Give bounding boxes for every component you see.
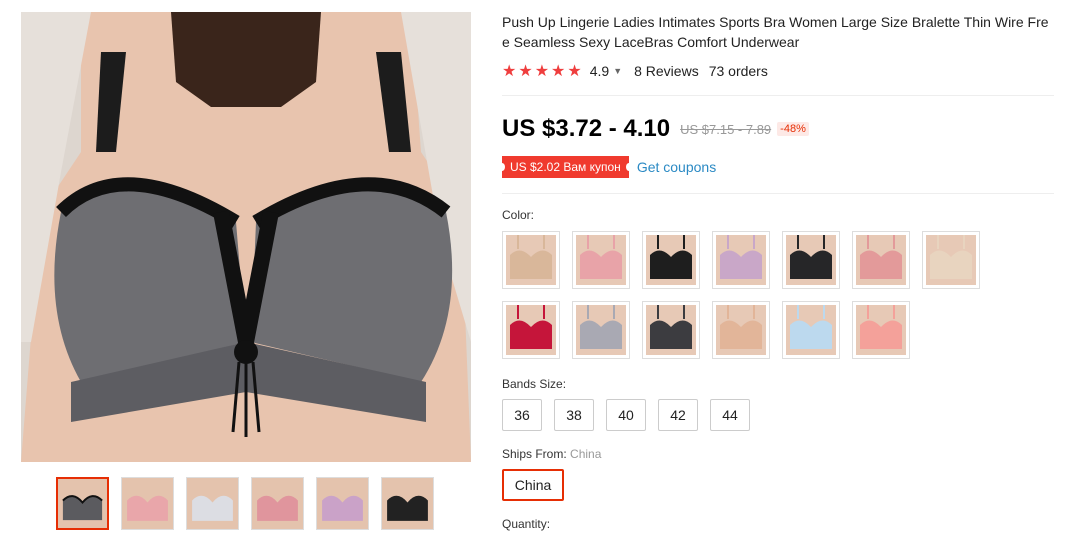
thumbnail-white[interactable] (186, 477, 239, 530)
color-swatch-red[interactable] (502, 301, 560, 359)
band-size-40[interactable]: 40 (606, 399, 646, 431)
quantity-label: Quantity: (502, 517, 551, 531)
color-label: Color: (502, 208, 535, 222)
color-swatch-pink[interactable] (572, 231, 630, 289)
band-size-44[interactable]: 44 (710, 399, 750, 431)
rating-value[interactable]: 4.9 (590, 63, 609, 79)
color-swatch-beige[interactable] (922, 231, 980, 289)
main-product-image[interactable] (21, 12, 471, 462)
color-swatch-light-blue[interactable] (782, 301, 840, 359)
coupon-row: US $2.02 Вам купон Get coupons (499, 156, 1054, 178)
chevron-down-icon[interactable]: ▼ (613, 66, 622, 76)
coupon-badge[interactable]: US $2.02 Вам купон (499, 156, 632, 178)
rating-row: ★ ★ ★ ★ ★ 4.9 ▼ 8 Reviews 73 orders (502, 61, 1054, 81)
color-swatch-skin[interactable] (712, 301, 770, 359)
ships-from-label: Ships From: China (502, 447, 1054, 461)
thumbnail-pink[interactable] (121, 477, 174, 530)
star-icon: ★ (518, 63, 533, 80)
thumbnail-gray[interactable] (56, 477, 109, 530)
discount-badge: -48% (777, 122, 809, 136)
color-swatch-gray[interactable] (572, 301, 630, 359)
color-swatch-black-2[interactable] (782, 231, 840, 289)
divider (502, 95, 1054, 96)
size-options: 36 38 40 42 44 (502, 399, 1054, 431)
band-size-38[interactable]: 38 (554, 399, 594, 431)
bands-size-label: Bands Size: (502, 377, 567, 391)
color-swatch-rose[interactable] (852, 231, 910, 289)
thumbnail-strip (56, 477, 434, 530)
band-size-36[interactable]: 36 (502, 399, 542, 431)
get-coupons-link[interactable]: Get coupons (637, 159, 716, 175)
band-size-42[interactable]: 42 (658, 399, 698, 431)
star-icon: ★ (502, 63, 517, 80)
thumbnail-lilac[interactable] (316, 477, 369, 530)
color-swatches (502, 231, 1002, 359)
thumbnail-rose[interactable] (251, 477, 304, 530)
reviews-link[interactable]: 8 Reviews (634, 63, 699, 79)
product-details: Push Up Lingerie Ladies Intimates Sports… (499, 12, 1054, 531)
original-price: US $7.15 - 7.89 (680, 121, 772, 137)
star-icon: ★ (534, 63, 550, 80)
rating-stars: ★ ★ ★ ★ ★ (502, 61, 582, 81)
color-swatch-lilac[interactable] (712, 231, 770, 289)
star-icon: ★ (551, 63, 566, 80)
orders-count: 73 orders (708, 63, 768, 79)
color-swatch-nude[interactable] (502, 231, 560, 289)
ships-from-text: Ships From: (502, 447, 567, 461)
thumbnail-black[interactable] (381, 477, 434, 530)
ships-from-option-china[interactable]: China (502, 469, 564, 501)
color-swatch-black[interactable] (642, 231, 700, 289)
ships-from-selected: China (570, 447, 602, 461)
price-row: US $3.72 - 4.10 US $7.15 - 7.89 -48% (502, 115, 1054, 143)
star-icon: ★ (567, 63, 582, 80)
product-title: Push Up Lingerie Ladies Intimates Sports… (502, 14, 1049, 50)
divider (502, 193, 1054, 194)
color-swatch-coral[interactable] (852, 301, 910, 359)
color-swatch-black-gray[interactable] (642, 301, 700, 359)
current-price: US $3.72 - 4.10 (502, 115, 671, 142)
